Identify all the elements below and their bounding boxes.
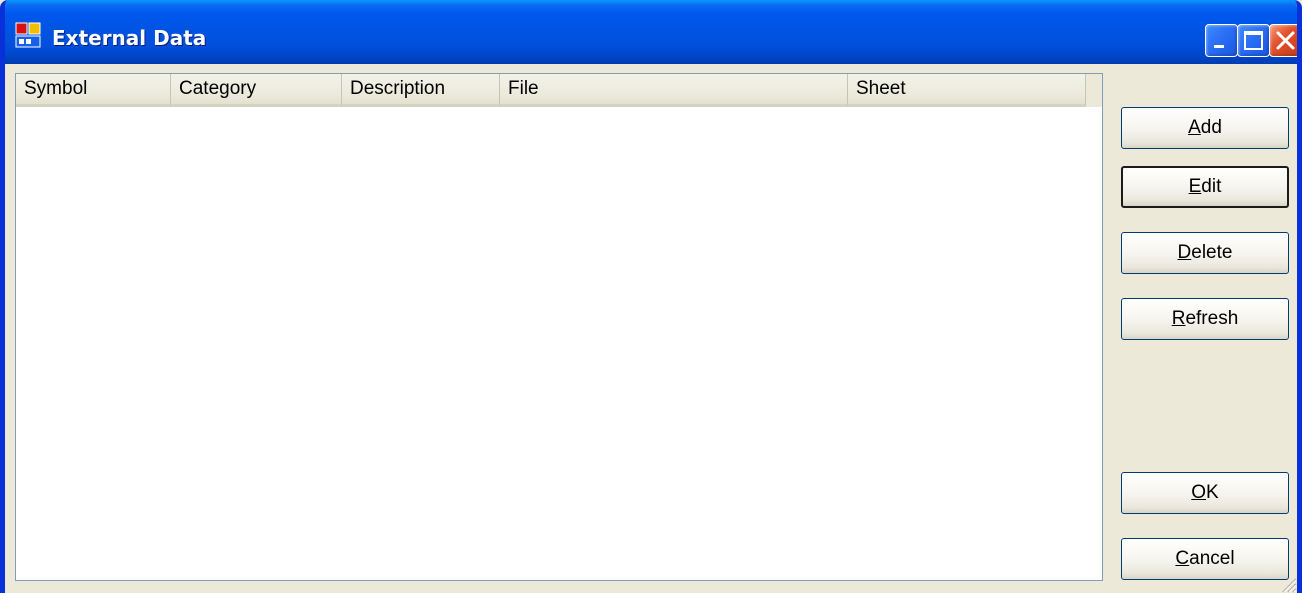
- external-data-list[interactable]: Symbol Category Description File Sheet: [15, 73, 1103, 581]
- add-button-mnemonic: A: [1188, 117, 1201, 138]
- resize-grip-icon[interactable]: [1279, 575, 1297, 593]
- close-icon: [1276, 31, 1295, 50]
- list-header: Symbol Category Description File Sheet: [16, 74, 1102, 107]
- close-button[interactable]: [1269, 24, 1297, 57]
- column-header-symbol[interactable]: Symbol: [16, 74, 171, 107]
- maximize-button[interactable]: [1237, 24, 1270, 57]
- add-button-label: dd: [1200, 117, 1222, 138]
- refresh-button-label: efresh: [1185, 308, 1239, 329]
- app-window-icon: [15, 22, 41, 48]
- column-header-category[interactable]: Category: [171, 74, 342, 107]
- column-header-file[interactable]: File: [500, 74, 848, 107]
- column-header-description[interactable]: Description: [342, 74, 500, 107]
- cancel-button-label: ancel: [1189, 548, 1235, 569]
- column-header-sheet[interactable]: Sheet: [848, 74, 1086, 107]
- delete-button[interactable]: Delete: [1121, 232, 1289, 274]
- delete-button-mnemonic: D: [1177, 242, 1192, 263]
- minimize-icon: [1214, 45, 1224, 48]
- minimize-button[interactable]: [1205, 24, 1238, 57]
- ok-button[interactable]: OK: [1121, 472, 1289, 514]
- delete-button-label: elete: [1191, 242, 1233, 263]
- cancel-button[interactable]: Cancel: [1121, 538, 1289, 580]
- refresh-button[interactable]: Refresh: [1121, 298, 1289, 340]
- external-data-window: External Data Symbol Category Descriptio…: [0, 0, 1302, 593]
- ok-button-mnemonic: O: [1191, 482, 1207, 503]
- maximize-icon: [1244, 31, 1263, 50]
- window-title: External Data: [52, 26, 207, 50]
- cancel-button-mnemonic: C: [1175, 548, 1190, 569]
- edit-button[interactable]: Edit: [1121, 166, 1289, 208]
- add-button[interactable]: Add: [1121, 107, 1289, 149]
- ok-button-label: K: [1206, 482, 1219, 503]
- refresh-button-mnemonic: R: [1171, 308, 1186, 329]
- edit-button-mnemonic: E: [1188, 176, 1202, 197]
- column-header-filler: [1086, 74, 1102, 107]
- edit-button-label: dit: [1201, 176, 1222, 197]
- title-bar[interactable]: External Data: [5, 0, 1297, 64]
